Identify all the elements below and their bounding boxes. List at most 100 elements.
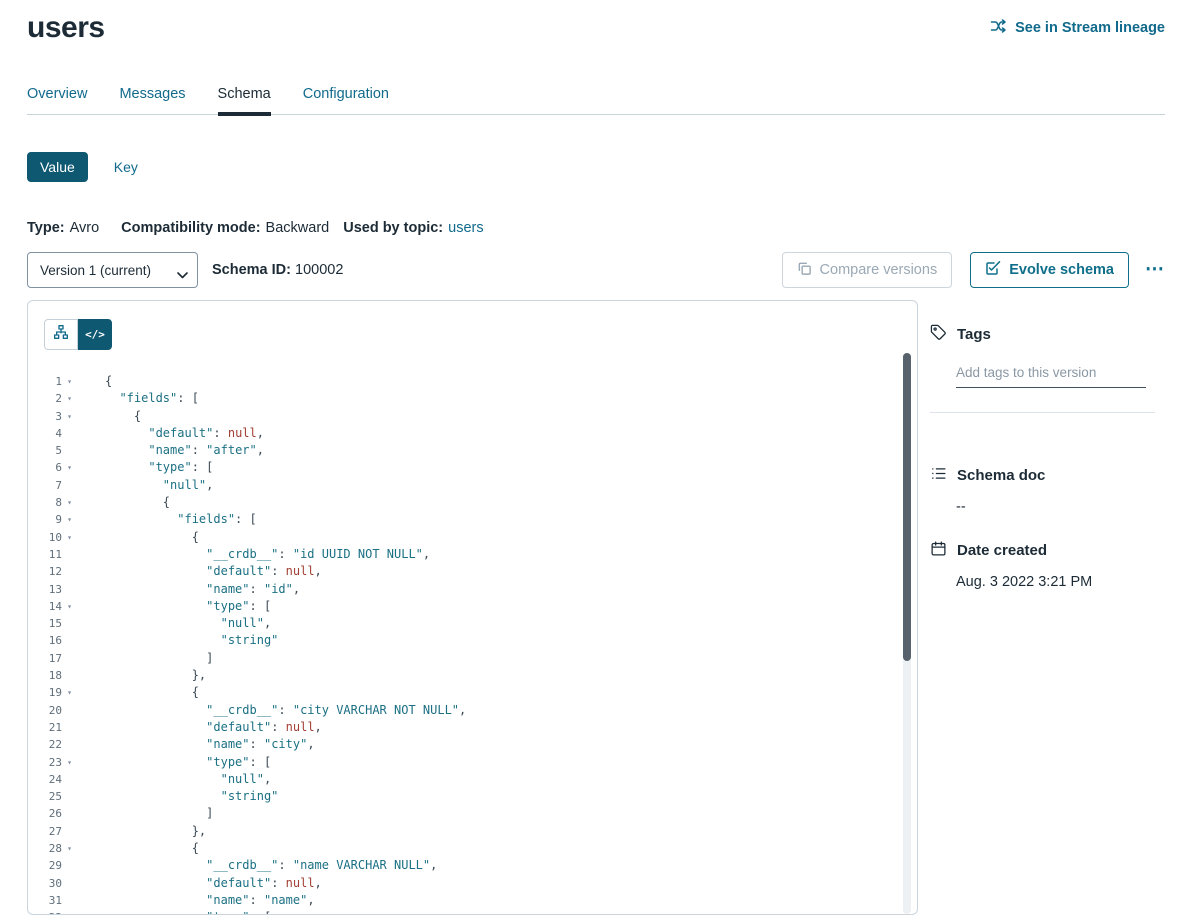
schema-doc-value: -- bbox=[956, 499, 1161, 515]
version-select-wrap: Version 1 (current) bbox=[27, 252, 198, 288]
fold-toggle-icon[interactable]: ▾ bbox=[62, 529, 77, 546]
fold-toggle-icon[interactable]: ▾ bbox=[62, 459, 77, 476]
code-text: ] bbox=[77, 805, 213, 822]
overflow-menu-button[interactable]: ⋯ bbox=[1145, 252, 1165, 288]
code-line: 8▾ { bbox=[28, 494, 917, 511]
stream-lineage-icon bbox=[990, 18, 1007, 38]
fold-spacer bbox=[62, 805, 77, 822]
compare-versions-button[interactable]: Compare versions bbox=[782, 252, 953, 288]
code-text: { bbox=[77, 684, 199, 701]
tab-configuration[interactable]: Configuration bbox=[303, 86, 389, 114]
code-text: "name": "name", bbox=[77, 892, 315, 909]
tab-overview[interactable]: Overview bbox=[27, 86, 87, 114]
code-line: 24 "null", bbox=[28, 771, 917, 788]
fold-toggle-icon[interactable]: ▾ bbox=[62, 909, 77, 914]
line-number: 1 bbox=[28, 373, 62, 390]
schema-id-value: 100002 bbox=[295, 262, 343, 278]
evolve-schema-label: Evolve schema bbox=[1009, 262, 1114, 278]
line-number: 9 bbox=[28, 511, 62, 528]
line-number: 20 bbox=[28, 702, 62, 719]
line-number: 17 bbox=[28, 650, 62, 667]
code-text: "default": null, bbox=[77, 719, 322, 736]
schema-id-label: Schema ID: bbox=[212, 262, 291, 278]
code-text: }, bbox=[77, 667, 206, 684]
schema-sidebar: Tags bbox=[918, 300, 1165, 915]
schema-meta: Type: Avro Compatibility mode: Backward … bbox=[27, 220, 1165, 236]
code-view-button[interactable]: </> bbox=[78, 319, 112, 350]
line-number: 28 bbox=[28, 840, 62, 857]
code-text: "string" bbox=[77, 788, 278, 805]
fold-toggle-icon[interactable]: ▾ bbox=[62, 408, 77, 425]
tab-messages[interactable]: Messages bbox=[119, 86, 185, 114]
fold-spacer bbox=[62, 546, 77, 563]
code-line: 14▾ "type": [ bbox=[28, 598, 917, 615]
fold-toggle-icon[interactable]: ▾ bbox=[62, 840, 77, 857]
line-number: 24 bbox=[28, 771, 62, 788]
value-toggle-button[interactable]: Value bbox=[27, 152, 88, 182]
sidebar-divider bbox=[930, 412, 1155, 413]
tab-schema[interactable]: Schema bbox=[218, 86, 271, 114]
code-text: ] bbox=[77, 650, 213, 667]
fold-toggle-icon[interactable]: ▾ bbox=[62, 754, 77, 771]
code-line: 22 "name": "city", bbox=[28, 736, 917, 753]
code-line: 30 "default": null, bbox=[28, 875, 917, 892]
fold-toggle-icon[interactable]: ▾ bbox=[62, 511, 77, 528]
fold-toggle-icon[interactable]: ▾ bbox=[62, 373, 77, 390]
code-text: }, bbox=[77, 823, 206, 840]
line-number: 18 bbox=[28, 667, 62, 684]
code-line: 9▾ "fields": [ bbox=[28, 511, 917, 528]
line-number: 22 bbox=[28, 736, 62, 753]
add-tags-input[interactable] bbox=[956, 361, 1146, 388]
line-number: 32 bbox=[28, 909, 62, 914]
fold-spacer bbox=[62, 650, 77, 667]
line-number: 2 bbox=[28, 390, 62, 407]
code-line: 23▾ "type": [ bbox=[28, 754, 917, 771]
code-text: { bbox=[77, 494, 170, 511]
code-text: "type": [ bbox=[77, 909, 271, 914]
code-text: "null", bbox=[77, 477, 213, 494]
code-line: 31 "name": "name", bbox=[28, 892, 917, 909]
evolve-schema-button[interactable]: Evolve schema bbox=[970, 252, 1129, 288]
fold-spacer bbox=[62, 477, 77, 494]
used-by-topic-label: Used by topic: bbox=[343, 220, 443, 236]
topic-link[interactable]: users bbox=[448, 220, 483, 236]
code-line: 3▾ { bbox=[28, 408, 917, 425]
code-scrollbar-thumb[interactable] bbox=[903, 353, 911, 661]
version-select[interactable]: Version 1 (current) bbox=[27, 252, 198, 288]
code-line: 15 "null", bbox=[28, 615, 917, 632]
line-number: 25 bbox=[28, 788, 62, 805]
key-toggle-link[interactable]: Key bbox=[114, 159, 138, 175]
code-text: { bbox=[77, 529, 199, 546]
list-icon bbox=[930, 465, 947, 486]
page: users See in Stream lineage Overview Mes… bbox=[0, 0, 1189, 916]
code-text: "default": null, bbox=[77, 563, 322, 580]
topbar: users See in Stream lineage bbox=[27, 0, 1165, 46]
code-line: 28▾ { bbox=[28, 840, 917, 857]
tree-view-button[interactable] bbox=[44, 319, 78, 350]
line-number: 16 bbox=[28, 632, 62, 649]
code-line: 26 ] bbox=[28, 805, 917, 822]
code-text: "__crdb__": "name VARCHAR NULL", bbox=[77, 857, 437, 874]
code-line: 2▾ "fields": [ bbox=[28, 390, 917, 407]
line-number: 4 bbox=[28, 425, 62, 442]
fold-toggle-icon[interactable]: ▾ bbox=[62, 494, 77, 511]
fold-toggle-icon[interactable]: ▾ bbox=[62, 684, 77, 701]
compare-versions-label: Compare versions bbox=[820, 262, 938, 278]
fold-spacer bbox=[62, 736, 77, 753]
code-scrollbar[interactable] bbox=[903, 353, 911, 914]
code-line: 21 "default": null, bbox=[28, 719, 917, 736]
code-lines: 1▾{2▾ "fields": [3▾ {4 "default": null,5… bbox=[28, 353, 917, 914]
schema-doc-header: Schema doc bbox=[930, 465, 1161, 486]
code-text: "name": "id", bbox=[77, 581, 300, 598]
schema-doc-title: Schema doc bbox=[957, 467, 1045, 484]
fold-toggle-icon[interactable]: ▾ bbox=[62, 598, 77, 615]
tree-view-icon bbox=[53, 324, 69, 345]
fold-spacer bbox=[62, 442, 77, 459]
fold-toggle-icon[interactable]: ▾ bbox=[62, 390, 77, 407]
stream-lineage-link[interactable]: See in Stream lineage bbox=[990, 18, 1165, 38]
code-text: { bbox=[77, 373, 112, 390]
fold-spacer bbox=[62, 667, 77, 684]
date-created-section: Date created Aug. 3 2022 3:21 PM bbox=[930, 540, 1161, 590]
code-text: "__crdb__": "id UUID NOT NULL", bbox=[77, 546, 430, 563]
code-body: 1▾{2▾ "fields": [3▾ {4 "default": null,5… bbox=[28, 353, 917, 914]
